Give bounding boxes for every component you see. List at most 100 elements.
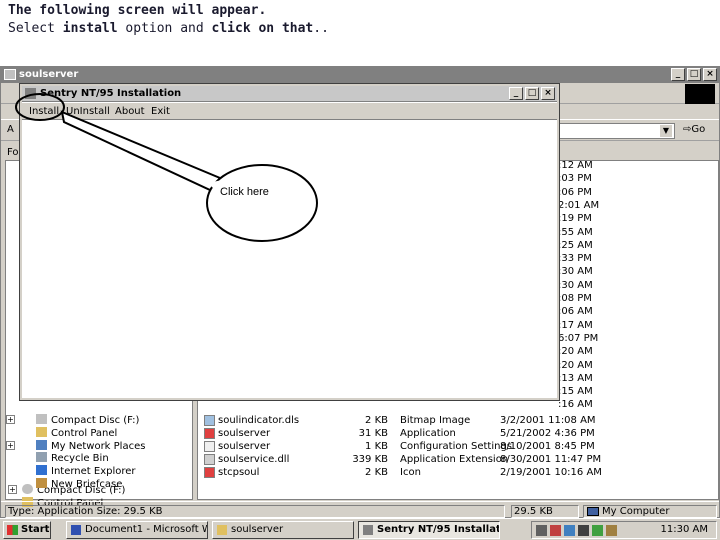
- modified-time: :16 AM: [558, 399, 593, 411]
- file-icon: [204, 428, 215, 439]
- cd-icon: [36, 414, 47, 424]
- file-type: Bitmap Image: [400, 415, 471, 426]
- dialog-titlebar[interactable]: Sentry NT/95 Installation _ □ ×: [22, 86, 557, 102]
- file-type: Application: [400, 428, 456, 439]
- minimize-button[interactable]: _: [671, 68, 685, 81]
- go-label: Go: [691, 124, 706, 135]
- task-sentry-installation[interactable]: Sentry NT/95 Installat...: [358, 521, 500, 539]
- modified-time: :33 PM: [558, 253, 592, 265]
- windows-flag-icon: [7, 525, 18, 535]
- tray-icon[interactable]: [606, 525, 617, 536]
- callout-text: Click here: [220, 186, 269, 198]
- ie-icon: [36, 465, 47, 476]
- app-icon: [363, 525, 373, 535]
- file-type: Configuration Settings: [400, 441, 513, 452]
- modified-time: 2:01 AM: [558, 199, 600, 211]
- file-modified: 8/30/2001 11:47 PM: [500, 454, 602, 465]
- file-size: 1 KB: [365, 441, 388, 452]
- go-button[interactable]: ⇨Go: [683, 124, 705, 135]
- modified-time: :55 AM: [558, 226, 593, 238]
- computer-icon: [587, 507, 599, 516]
- windows-logo-icon: [685, 84, 715, 104]
- modified-time: :30 AM: [558, 266, 593, 278]
- menu-exit[interactable]: Exit: [151, 103, 170, 120]
- file-modified: 2/19/2001 10:16 AM: [500, 467, 602, 478]
- expand-icon[interactable]: +: [8, 485, 17, 494]
- close-button[interactable]: ×: [703, 68, 717, 81]
- modified-time: :13 AM: [558, 372, 593, 384]
- modified-time: :20 AM: [558, 359, 593, 371]
- status-location: My Computer: [583, 505, 717, 518]
- status-location-label: My Computer: [602, 506, 670, 517]
- task-label: soulserver: [231, 524, 284, 535]
- recycle-bin-icon: [36, 452, 47, 463]
- file-size: 2 KB: [365, 467, 388, 478]
- file-row[interactable]: soulindicator.dls 2 KB Bitmap Image 3/2/200…: [198, 414, 598, 427]
- file-row[interactable]: soulservice.dll 339 KB Application Extensi…: [198, 453, 602, 466]
- chevron-down-icon[interactable]: ▼: [660, 125, 672, 137]
- tree-item-label: Internet Explorer: [51, 466, 136, 478]
- task-document1[interactable]: Document1 - Microsoft W...: [66, 521, 208, 539]
- taskbar: Start Document1 - Microsoft W... soulser…: [0, 518, 720, 540]
- status-type: Type: Application Size: 29.5 KB: [5, 505, 505, 518]
- start-label: Start: [21, 524, 50, 535]
- task-label: Sentry NT/95 Installat...: [377, 524, 500, 535]
- tree-item[interactable]: Internet Explorer: [36, 465, 136, 478]
- modified-time: :15 AM: [558, 386, 593, 398]
- file-name: soulserver: [218, 428, 271, 439]
- tree-item-label: My Network Places: [51, 440, 146, 452]
- tray-icon[interactable]: [536, 525, 547, 536]
- task-soulserver[interactable]: soulserver: [212, 521, 354, 539]
- modified-time: :03 PM: [558, 173, 592, 185]
- modified-time: :17 AM: [558, 319, 593, 331]
- modified-time: 6:07 PM: [558, 332, 599, 344]
- file-row[interactable]: soulserver 31 KB Application 5/21/2002 4:36…: [198, 427, 598, 440]
- file-icon: [204, 467, 215, 478]
- expand-icon[interactable]: +: [6, 440, 15, 450]
- file-type: Application Extension: [400, 454, 509, 465]
- tray-icon[interactable]: [592, 525, 603, 536]
- modified-time: :30 AM: [558, 279, 593, 291]
- dialog-maximize-button[interactable]: □: [525, 87, 539, 100]
- sentry-dialog: Sentry NT/95 Installation _ □ × Install …: [20, 84, 559, 400]
- tree-item[interactable]: + Compact Disc (F:): [6, 414, 140, 427]
- file-name: soulservice.dll: [218, 454, 290, 465]
- menu-uninstall[interactable]: UnInstall: [66, 103, 110, 120]
- menu-install[interactable]: Install: [29, 103, 59, 120]
- modified-time: :06 PM: [558, 186, 592, 198]
- file-size: 339 KB: [352, 454, 388, 465]
- modified-time: :20 AM: [558, 346, 593, 358]
- file-name: soulindicator.dls: [218, 415, 300, 426]
- briefcase-icon: [36, 478, 47, 488]
- tree-item[interactable]: New Briefcase: [36, 478, 122, 491]
- dialog-minimize-button[interactable]: _: [509, 87, 523, 100]
- tray-icon[interactable]: [550, 525, 561, 536]
- dialog-close-button[interactable]: ×: [541, 87, 555, 100]
- folder-icon: [4, 69, 16, 80]
- tray-icon[interactable]: [564, 525, 575, 536]
- file-icon: [204, 454, 215, 465]
- file-row[interactable]: soulserver 1 KB Configuration Settings 8/10…: [198, 440, 598, 453]
- subtitle-part-1: Select: [8, 21, 63, 36]
- tree-item[interactable]: Recycle Bin: [36, 452, 109, 465]
- maximize-button[interactable]: □: [687, 68, 701, 81]
- file-name: soulserver: [218, 441, 271, 452]
- tree-item-label: Control Panel: [51, 427, 118, 439]
- tray-icon[interactable]: [578, 525, 589, 536]
- cd-icon: [22, 484, 33, 494]
- subtitle-part-2: install: [62, 21, 118, 36]
- start-button[interactable]: Start: [3, 521, 51, 539]
- tree-item[interactable]: Control Panel: [36, 426, 118, 440]
- clock: 11:30 AM: [660, 524, 708, 535]
- menu-about[interactable]: About: [115, 103, 145, 120]
- expand-icon[interactable]: +: [6, 415, 15, 424]
- file-row[interactable]: stcpsoul 2 KB Icon 2/19/2001 10:16 AM: [198, 466, 602, 479]
- file-modified: 5/21/2002 4:36 PM: [500, 428, 595, 439]
- tree-item-label: Compact Disc (F:): [51, 415, 140, 426]
- file-size: 2 KB: [365, 415, 388, 426]
- tree-item[interactable]: + My Network Places: [6, 439, 146, 453]
- explorer-titlebar[interactable]: soulserver _ □ ×: [1, 67, 719, 83]
- modified-time: :19 PM: [558, 213, 592, 225]
- task-label: Document1 - Microsoft W...: [85, 524, 208, 535]
- address-label: A: [7, 124, 14, 135]
